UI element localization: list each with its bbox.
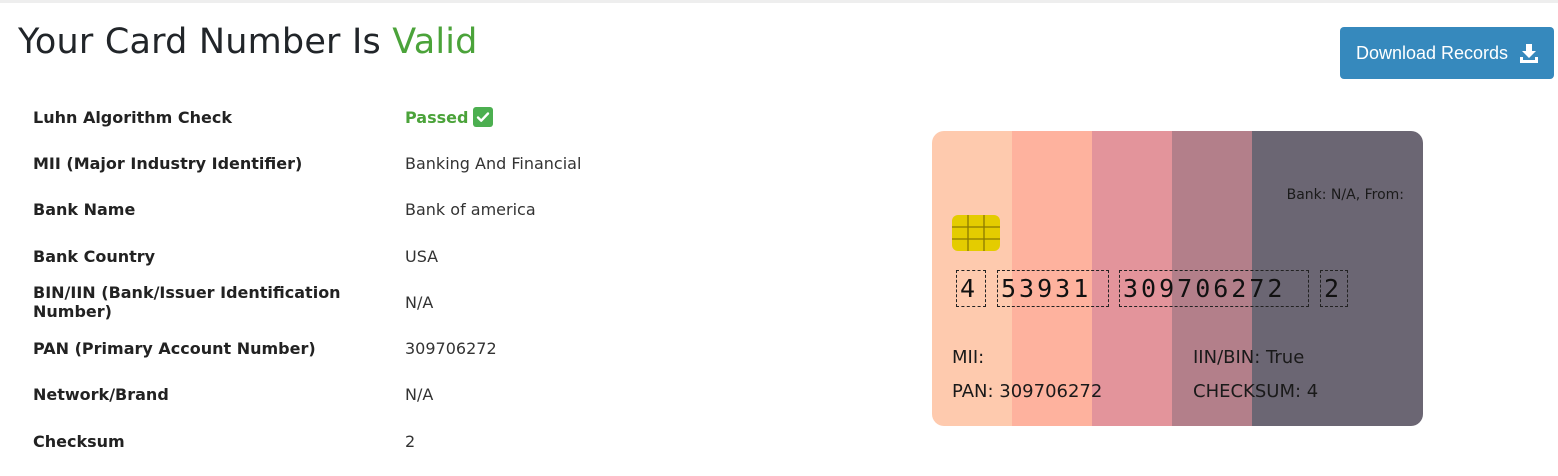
detail-row-luhn: Luhn Algorithm Check Passed — [33, 94, 633, 140]
detail-value: Banking And Financial — [405, 153, 582, 173]
card-bank-info: Bank: N/A, From: — [1286, 187, 1404, 203]
detail-row-network: Network/Brand N/A — [33, 371, 633, 417]
detail-label: MII (Major Industry Identifier) — [33, 153, 303, 173]
card-mii-label: MII: — [952, 347, 985, 368]
luhn-status: Passed — [405, 107, 494, 127]
detail-value: 309706272 — [405, 338, 497, 358]
detail-label: Bank Country — [33, 246, 156, 266]
credit-card-preview: Bank: N/A, From: 4 53931 309706272 2 MII… — [932, 131, 1423, 426]
title-prefix: Your Card Number Is — [18, 22, 381, 62]
detail-value: N/A — [405, 292, 434, 312]
check-icon — [473, 107, 494, 127]
detail-label: BIN/IIN (Bank/Issuer Identification Numb… — [33, 283, 341, 321]
detail-label: PAN (Primary Account Number) — [33, 338, 316, 358]
detail-label: Checksum — [33, 431, 125, 451]
download-icon — [1520, 43, 1539, 63]
chip-icon — [952, 215, 1000, 251]
detail-row-checksum: Checksum 2 — [33, 418, 633, 464]
detail-value: N/A — [405, 384, 434, 404]
detail-row-bank-name: Bank Name Bank of america — [33, 186, 633, 232]
card-number-pan: 309706272 — [1119, 270, 1309, 307]
detail-value: Bank of america — [405, 199, 536, 219]
download-records-button[interactable]: Download Records — [1340, 27, 1554, 79]
card-number-iin: 53931 — [997, 270, 1109, 307]
detail-row-pan: PAN (Primary Account Number) 309706272 — [33, 325, 633, 371]
download-records-label: Download Records — [1355, 42, 1509, 63]
detail-label: Luhn Algorithm Check — [33, 107, 233, 127]
card-checksum-label: CHECKSUM: 4 — [1193, 381, 1319, 402]
top-divider — [0, 0, 1558, 3]
detail-row-bank-country: Bank Country USA — [33, 233, 633, 279]
card-iin-label: IIN/BIN: True — [1193, 347, 1305, 368]
card-number-mii: 4 — [956, 270, 986, 307]
page-title: Your Card Number Is Valid — [18, 22, 478, 62]
title-status: Valid — [392, 22, 478, 62]
detail-value: 2 — [405, 431, 416, 451]
detail-label: Network/Brand — [33, 384, 169, 404]
card-number-checksum: 2 — [1320, 270, 1348, 307]
card-pan-label: PAN: 309706272 — [952, 381, 1103, 402]
detail-row-bin: BIN/IIN (Bank/Issuer Identification Numb… — [33, 279, 633, 325]
detail-row-mii: MII (Major Industry Identifier) Banking … — [33, 140, 633, 186]
detail-value: USA — [405, 246, 439, 266]
detail-value: Passed — [405, 107, 469, 127]
detail-label: Bank Name — [33, 199, 136, 219]
